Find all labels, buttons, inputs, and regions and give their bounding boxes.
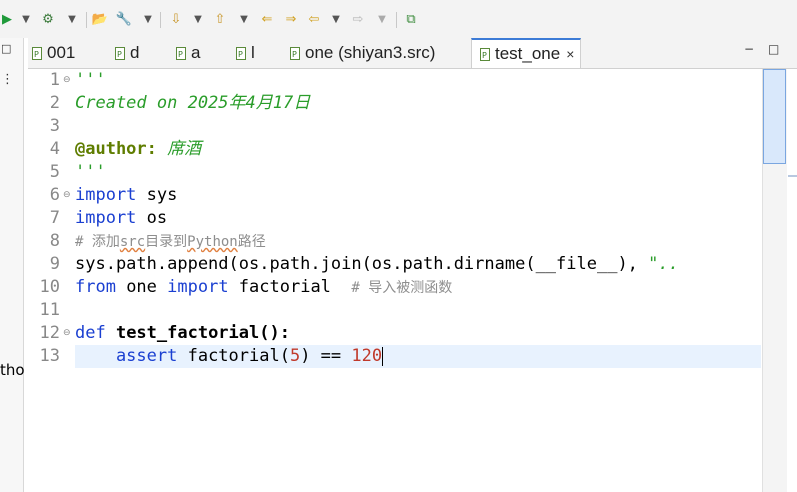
tab-test-one[interactable]: P test_one × — [471, 38, 582, 68]
code-line-current: assert factorial(5) == 120 — [75, 346, 384, 366]
tab-label: d — [130, 43, 140, 62]
code-line: # 添加src目录到Python路径 — [75, 234, 266, 250]
fold-toggle-icon[interactable]: ⊖ — [63, 69, 71, 92]
debug-dropdown-icon[interactable]: ▼ — [66, 11, 78, 29]
line-number: 3 — [49, 116, 60, 136]
left-pane-clipped-text: tho — [0, 361, 25, 379]
editor-tab-bar: P 001 P d P a P l P one (shiyan3.src) P … — [28, 38, 797, 69]
tool-dropdown-icon[interactable]: ▼ — [142, 11, 154, 29]
code-line: sys.path.append(os.path.join(os.path.dir… — [75, 254, 679, 274]
left-pane-maximize-button[interactable]: □ — [1, 42, 11, 55]
line-number-gutter: 1 2 3 4 5 6 7 8 9 10 11 12 13 ⊖ ⊖ ⊖ — [28, 69, 71, 492]
code-editor[interactable]: 1 2 3 4 5 6 7 8 9 10 11 12 13 ⊖ ⊖ ⊖ ''' … — [28, 69, 797, 492]
python-file-icon: P — [115, 46, 125, 60]
tab-label: l — [251, 43, 255, 62]
text-caret — [382, 346, 384, 366]
toolbar-separator — [160, 12, 161, 28]
line-number: 1 — [49, 70, 60, 90]
left-pane-menu-icon[interactable]: ⋮ — [1, 72, 14, 87]
line-number: 12 — [39, 323, 60, 343]
code-line: import os — [75, 208, 168, 228]
line-number: 6 — [49, 185, 60, 205]
run-dropdown-icon[interactable]: ▼ — [20, 11, 32, 29]
code-line: ''' — [75, 162, 106, 182]
last-edit-icon[interactable]: ⇐ — [258, 11, 276, 29]
wrench-icon[interactable]: 🔧 — [116, 11, 132, 29]
prev-dropdown-icon[interactable]: ▼ — [238, 11, 250, 29]
tab-label: one (shiyan3.src) — [305, 43, 436, 62]
line-number: 13 — [39, 346, 60, 366]
run-icon[interactable]: ▶ — [0, 11, 14, 29]
tab-l[interactable]: P l — [236, 38, 255, 68]
toolbar-separator — [396, 12, 397, 28]
overview-ruler — [787, 69, 797, 492]
overview-ruler-mark[interactable] — [788, 175, 797, 177]
line-number: 4 — [49, 139, 60, 159]
next-annotation-icon[interactable]: ⇩ — [168, 11, 184, 29]
editor-minimize-button[interactable]: − — [744, 42, 754, 56]
svg-text:P: P — [34, 50, 39, 59]
tab-001[interactable]: P 001 — [32, 38, 75, 68]
code-line: import sys — [75, 185, 178, 205]
line-number: 7 — [49, 208, 60, 228]
fold-toggle-icon[interactable]: ⊖ — [63, 184, 71, 207]
open-folder-icon[interactable]: 📂 — [92, 11, 108, 29]
code-line: @author: 席酒 — [75, 139, 202, 159]
line-number: 2 — [49, 93, 60, 113]
code-line: Created on 2025年4月17日 — [75, 93, 311, 113]
debug-icon[interactable]: ⚙ — [40, 11, 56, 29]
toolbar-separator — [86, 12, 87, 28]
python-file-icon: P — [290, 46, 300, 60]
svg-text:P: P — [178, 50, 183, 59]
line-number: 11 — [39, 300, 60, 320]
python-file-icon: P — [176, 46, 186, 60]
tab-label: 001 — [47, 43, 76, 62]
main-toolbar: ▶ ▼ ⚙ ▼ 📂 🔧 ▼ ⇩ ▼ ⇧ ▼ ⇐ ⇒ ⇦ ▼ ⇨ ▼ ⧉ — [0, 0, 797, 38]
tab-d[interactable]: P d — [115, 38, 139, 68]
svg-text:P: P — [117, 50, 122, 59]
back-dropdown-icon[interactable]: ▼ — [330, 11, 342, 29]
svg-text:P: P — [238, 50, 243, 59]
code-line: from one import factorial # 导入被测函数 — [75, 277, 453, 297]
back-icon[interactable]: ⇦ — [306, 11, 322, 29]
prev-annotation-icon[interactable]: ⇧ — [212, 11, 228, 29]
code-text-area[interactable]: ''' Created on 2025年4月17日 @author: 席酒 ''… — [75, 69, 761, 492]
python-file-icon: P — [236, 46, 246, 60]
editor-maximize-button[interactable]: □ — [768, 42, 779, 56]
close-icon[interactable]: × — [566, 46, 574, 62]
tab-a[interactable]: P a — [176, 38, 200, 68]
fold-toggle-icon[interactable]: ⊖ — [63, 322, 71, 345]
svg-text:P: P — [482, 51, 487, 60]
forward-dropdown-icon[interactable]: ▼ — [376, 11, 388, 29]
code-line: ''' — [75, 70, 106, 90]
line-number: 5 — [49, 162, 60, 182]
line-number: 8 — [49, 231, 60, 251]
new-window-icon[interactable]: ⧉ — [402, 11, 420, 29]
line-number: 9 — [49, 254, 60, 274]
next-dropdown-icon[interactable]: ▼ — [192, 11, 204, 29]
left-view-pane: □ ⋮ tho — [0, 38, 25, 492]
line-number: 10 — [39, 277, 60, 297]
forward-icon[interactable]: ⇨ — [350, 11, 366, 29]
tab-one-shiyan3-src[interactable]: P one (shiyan3.src) — [290, 38, 435, 68]
tab-label: test_one — [495, 44, 561, 63]
scrollbar-thumb[interactable] — [763, 69, 786, 164]
forward-edit-icon[interactable]: ⇒ — [282, 11, 300, 29]
python-file-icon: P — [480, 47, 490, 61]
tab-label: a — [191, 43, 201, 62]
svg-text:P: P — [292, 50, 297, 59]
python-file-icon: P — [32, 46, 42, 60]
code-line: def test_factorial(): — [75, 323, 290, 343]
